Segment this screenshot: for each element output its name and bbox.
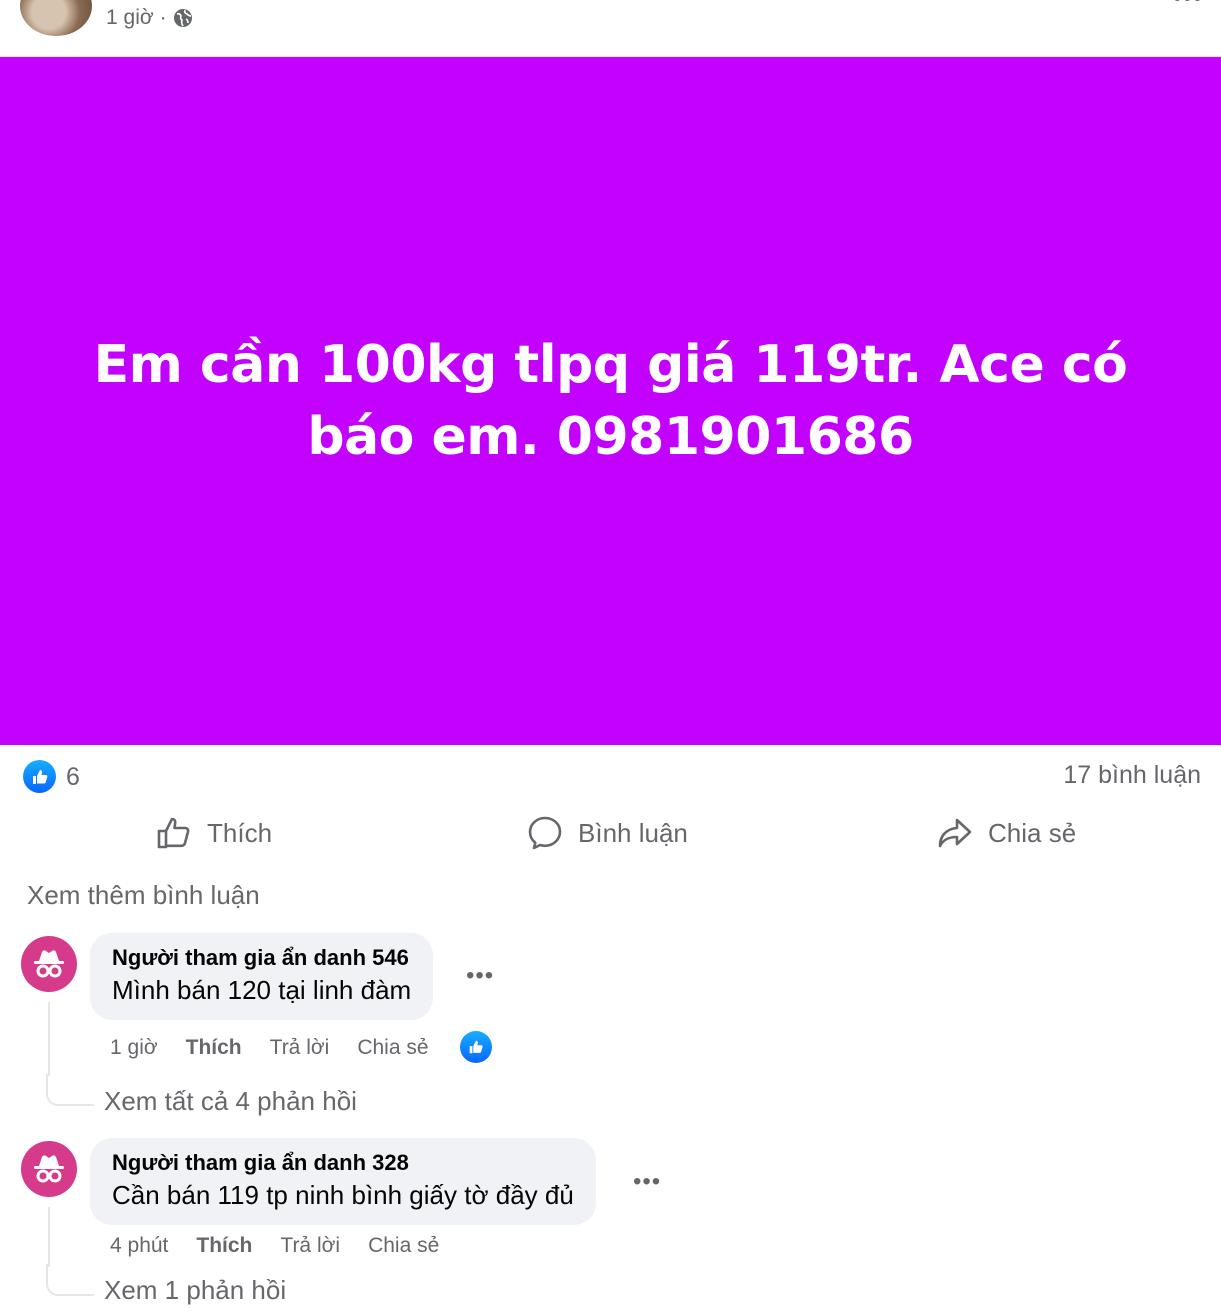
comment-meta: 4 phút Thích Trả lời Chia sẻ	[110, 1234, 439, 1258]
comment-share-button[interactable]: Chia sẻ	[357, 1036, 428, 1060]
comment-more-icon[interactable]: •••	[633, 1168, 661, 1196]
see-more-comments[interactable]: Xem thêm bình luận	[27, 880, 260, 911]
comment-time[interactable]: 1 giờ	[110, 1036, 158, 1060]
comment-reply-button[interactable]: Trả lời	[280, 1234, 340, 1258]
share-icon	[938, 818, 972, 848]
comment-text: Cần bán 119 tp ninh bình giấy tờ đầy đủ	[112, 1180, 574, 1210]
comment-label: Bình luận	[578, 817, 688, 848]
view-replies-link[interactable]: Xem tất cả 4 phản hồi	[104, 1086, 357, 1117]
anonymous-icon[interactable]	[21, 936, 77, 992]
meta-separator: ·	[159, 6, 167, 29]
thread-line	[48, 1002, 50, 1076]
like-reaction-icon[interactable]	[23, 760, 56, 793]
comment-button[interactable]: Bình luận	[526, 808, 688, 858]
globe-icon	[173, 9, 192, 27]
comment-bubble[interactable]: Người tham gia ẩn danh 328 Cần bán 119 t…	[90, 1138, 596, 1225]
comment-share-button[interactable]: Chia sẻ	[368, 1234, 439, 1258]
comment-meta: 1 giờ Thích Trả lời Chia sẻ	[110, 1036, 429, 1060]
comment-text: Mình bán 120 tại linh đàm	[112, 975, 412, 1005]
thread-line	[48, 1207, 50, 1267]
comment-count[interactable]: 17 bình luận	[1063, 761, 1201, 790]
post-meta: 1 giờ ·	[106, 6, 193, 30]
view-replies-link[interactable]: Xem 1 phản hồi	[104, 1275, 286, 1306]
comment-author[interactable]: Người tham gia ẩn danh 328	[112, 1150, 574, 1176]
like-count[interactable]: 6	[66, 763, 80, 792]
like-button[interactable]: Thích	[155, 808, 272, 858]
post-card-text: Em cần 100kg tlpq giá 119tr. Ace có báo …	[93, 335, 1128, 467]
like-label: Thích	[207, 817, 273, 848]
thumbs-up-icon	[157, 817, 190, 849]
author-avatar[interactable]	[20, 0, 92, 36]
comment-author[interactable]: Người tham gia ẩn danh 546	[112, 945, 411, 971]
comment-reply-button[interactable]: Trả lời	[270, 1036, 330, 1060]
more-icon[interactable]: •••	[1173, 0, 1203, 13]
thread-elbow	[46, 1074, 94, 1106]
comment-more-icon[interactable]: •••	[466, 962, 494, 990]
post-time[interactable]: 1 giờ	[106, 6, 154, 30]
share-button[interactable]: Chia sẻ	[936, 808, 1076, 858]
comment-icon	[528, 816, 562, 850]
comment-bubble[interactable]: Người tham gia ẩn danh 546 Mình bán 120 …	[90, 933, 434, 1020]
comment-time[interactable]: 4 phút	[110, 1234, 168, 1258]
post-text-card[interactable]: Em cần 100kg tlpq giá 119tr. Ace có báo …	[0, 57, 1221, 745]
comment-like-button[interactable]: Thích	[196, 1234, 252, 1258]
comment-like-button[interactable]: Thích	[186, 1036, 242, 1060]
comment-like-reaction-icon[interactable]	[460, 1031, 492, 1063]
thread-elbow	[46, 1264, 94, 1296]
anonymous-icon[interactable]	[21, 1141, 77, 1197]
share-label: Chia sẻ	[988, 817, 1077, 848]
